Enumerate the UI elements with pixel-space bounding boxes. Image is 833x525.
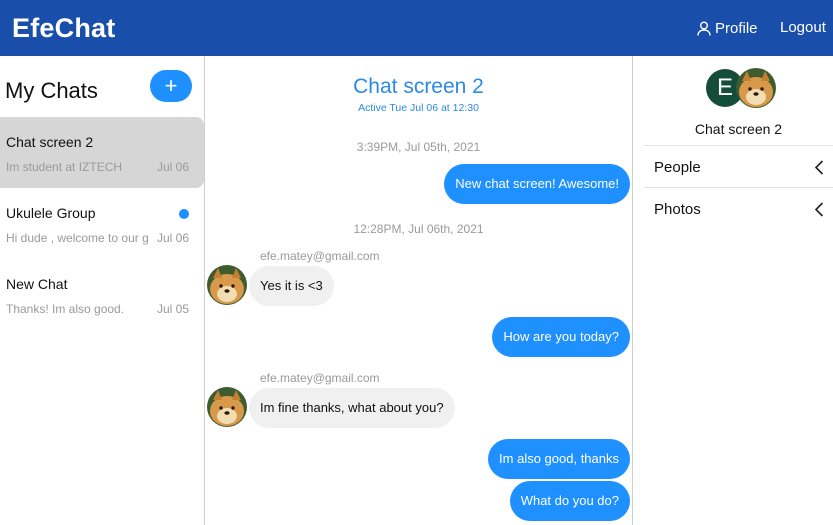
- conversation-panel: Chat screen 2 Active Tue Jul 06 at 12:30…: [205, 56, 632, 525]
- doge-avatar-icon: [207, 387, 247, 427]
- chevron-left-icon: [814, 202, 824, 217]
- photos-section-label: Photos: [654, 201, 701, 218]
- chat-item-preview: Thanks! Im also good.: [6, 302, 125, 316]
- chat-item-title: Ukulele Group: [6, 205, 96, 221]
- chat-item-preview: Hi dude , welcome to our group: [6, 231, 148, 245]
- message-bubble-outgoing[interactable]: Im also good, thanks: [488, 439, 630, 479]
- new-chat-button[interactable]: +: [150, 70, 192, 102]
- chat-details-panel: E Chat screen 2 People Photos: [632, 56, 833, 525]
- message-bubble-outgoing[interactable]: New chat screen! Awesome!: [444, 164, 630, 204]
- chat-list-item[interactable]: New Chat Thanks! Im also good. Jul 05: [0, 259, 204, 330]
- chat-list-panel: My Chats + Chat screen 2 Im student at I…: [0, 56, 205, 525]
- conversation-title: Chat screen 2: [353, 75, 484, 98]
- unread-indicator: [179, 209, 189, 219]
- chat-list-title: My Chats: [5, 78, 98, 103]
- people-section-label: People: [654, 159, 701, 176]
- message-bubble-outgoing[interactable]: How are you today?: [492, 317, 630, 357]
- top-bar: EfeChat Profile Logout: [0, 0, 833, 56]
- message-bubble-incoming[interactable]: Im fine thanks, what about you?: [249, 388, 455, 428]
- chat-item-date: Jul 06: [156, 231, 189, 245]
- message-timestamp: 12:28PM, Jul 06th, 2021: [353, 222, 484, 236]
- doge-avatar-icon: [207, 265, 247, 305]
- chat-list-item[interactable]: Ukulele Group Hi dude , welcome to our g…: [0, 188, 204, 259]
- photos-section-toggle[interactable]: Photos: [643, 187, 833, 229]
- message-bubble-incoming[interactable]: Yes it is <3: [249, 266, 334, 306]
- logout-link[interactable]: Logout: [780, 19, 826, 36]
- active-status: Active Tue Jul 06 at 12:30: [358, 102, 479, 114]
- chevron-left-icon: [814, 160, 824, 175]
- details-chat-name: Chat screen 2: [694, 121, 783, 137]
- profile-link-label: Profile: [715, 19, 758, 37]
- people-section-toggle[interactable]: People: [643, 145, 833, 187]
- message-timestamp: 3:39PM, Jul 05th, 2021: [356, 140, 481, 154]
- message-sender: efe.matey@gmail.com: [260, 371, 380, 385]
- app-logo[interactable]: EfeChat: [12, 13, 115, 44]
- doge-avatar-icon: [736, 68, 776, 108]
- chat-item-date: Jul 06: [156, 160, 189, 174]
- chat-item-title: Chat screen 2: [6, 134, 94, 150]
- user-outline-icon: [697, 21, 711, 36]
- chat-item-preview: Im student at IZTECH: [6, 160, 123, 174]
- message-sender: efe.matey@gmail.com: [260, 249, 380, 263]
- message-bubble-outgoing[interactable]: What do you do?: [509, 481, 630, 521]
- chat-item-date: Jul 05: [156, 302, 189, 316]
- profile-link[interactable]: Profile: [697, 18, 758, 38]
- chat-item-title: New Chat: [6, 276, 68, 292]
- chat-list-item[interactable]: Chat screen 2 Im student at IZTECH Jul 0…: [0, 117, 204, 188]
